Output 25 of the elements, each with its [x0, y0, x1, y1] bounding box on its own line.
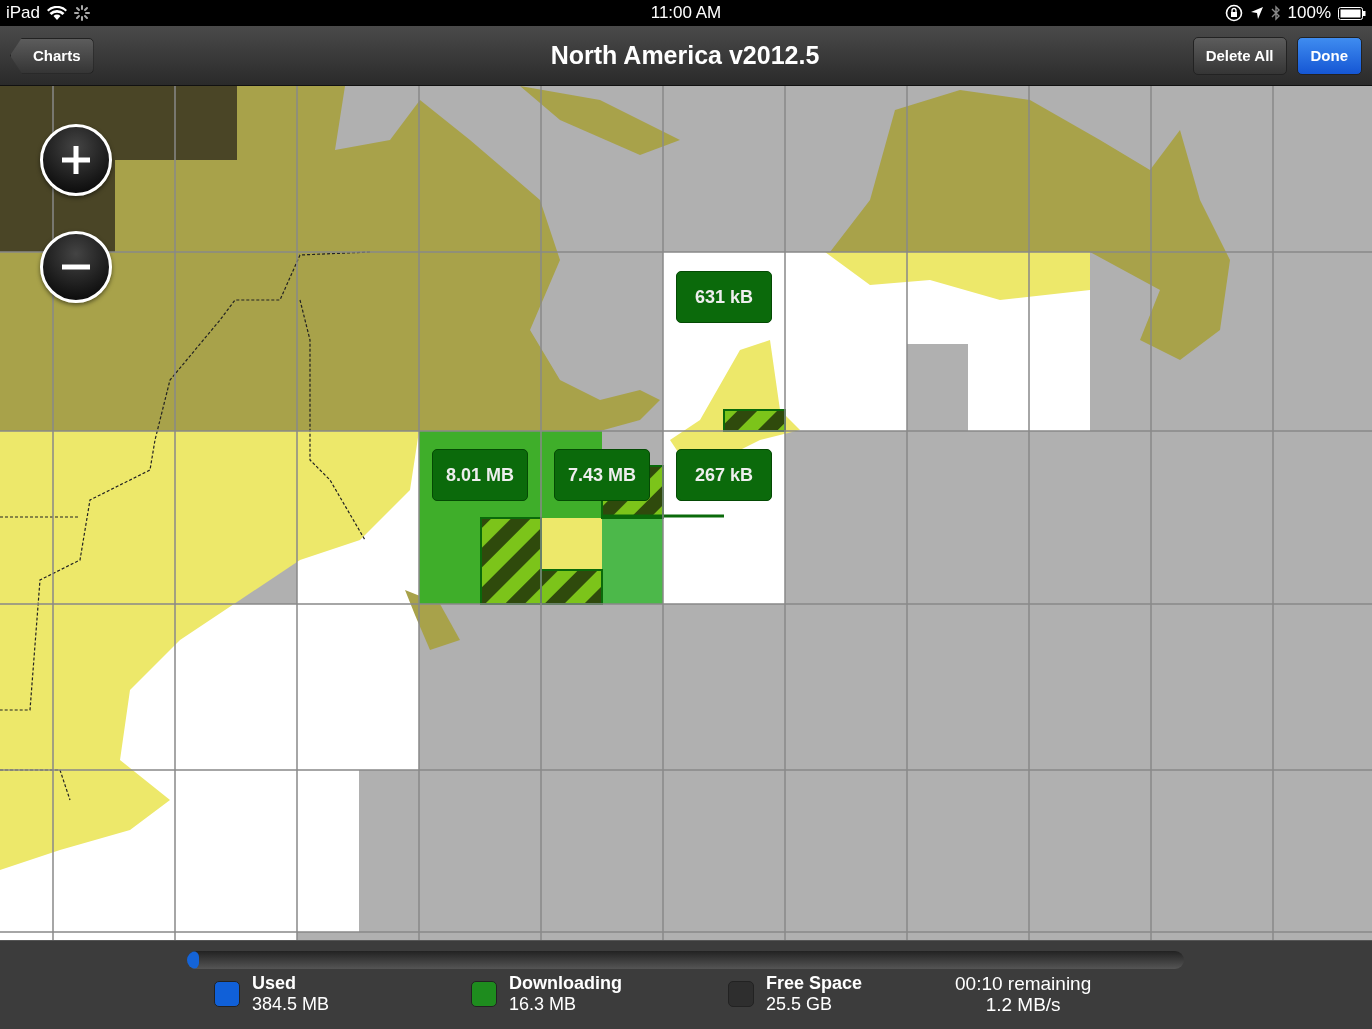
- download-size-label[interactable]: 7.43 MB: [554, 449, 650, 501]
- legend-label: Free Space: [766, 973, 863, 994]
- bluetooth-icon: [1270, 5, 1281, 21]
- delete-all-button[interactable]: Delete All: [1192, 36, 1287, 75]
- wifi-icon: [47, 5, 68, 21]
- legend-value: 25.5 GB: [766, 994, 834, 1015]
- legend-label: Downloading: [509, 973, 622, 994]
- time-remaining: 00:10 remaining: [955, 973, 1092, 994]
- download-rate: 1.2 MB/s: [985, 994, 1061, 1015]
- download-size-label[interactable]: 8.01 MB: [432, 449, 528, 501]
- battery-percent: 100%: [1287, 3, 1331, 23]
- legend-value: 384.5 MB: [252, 994, 330, 1015]
- spinner-icon: [74, 5, 91, 21]
- legend-label: Used: [252, 973, 297, 994]
- window-title: North America v2012.5: [549, 41, 821, 70]
- battery-icon: [1338, 6, 1366, 20]
- download-size-label[interactable]: 267 kB: [676, 449, 772, 501]
- download-size-label[interactable]: 631 kB: [676, 271, 772, 323]
- legend-value: 16.3 MB: [509, 994, 578, 1015]
- done-button[interactable]: Done: [1296, 36, 1362, 75]
- clock-time: 11:00 AM: [649, 3, 723, 23]
- device-name: iPad: [6, 3, 41, 23]
- back-button[interactable]: Charts: [10, 37, 94, 74]
- rotation-lock-icon: [1224, 4, 1243, 22]
- location-arrow-icon: [1249, 6, 1264, 20]
